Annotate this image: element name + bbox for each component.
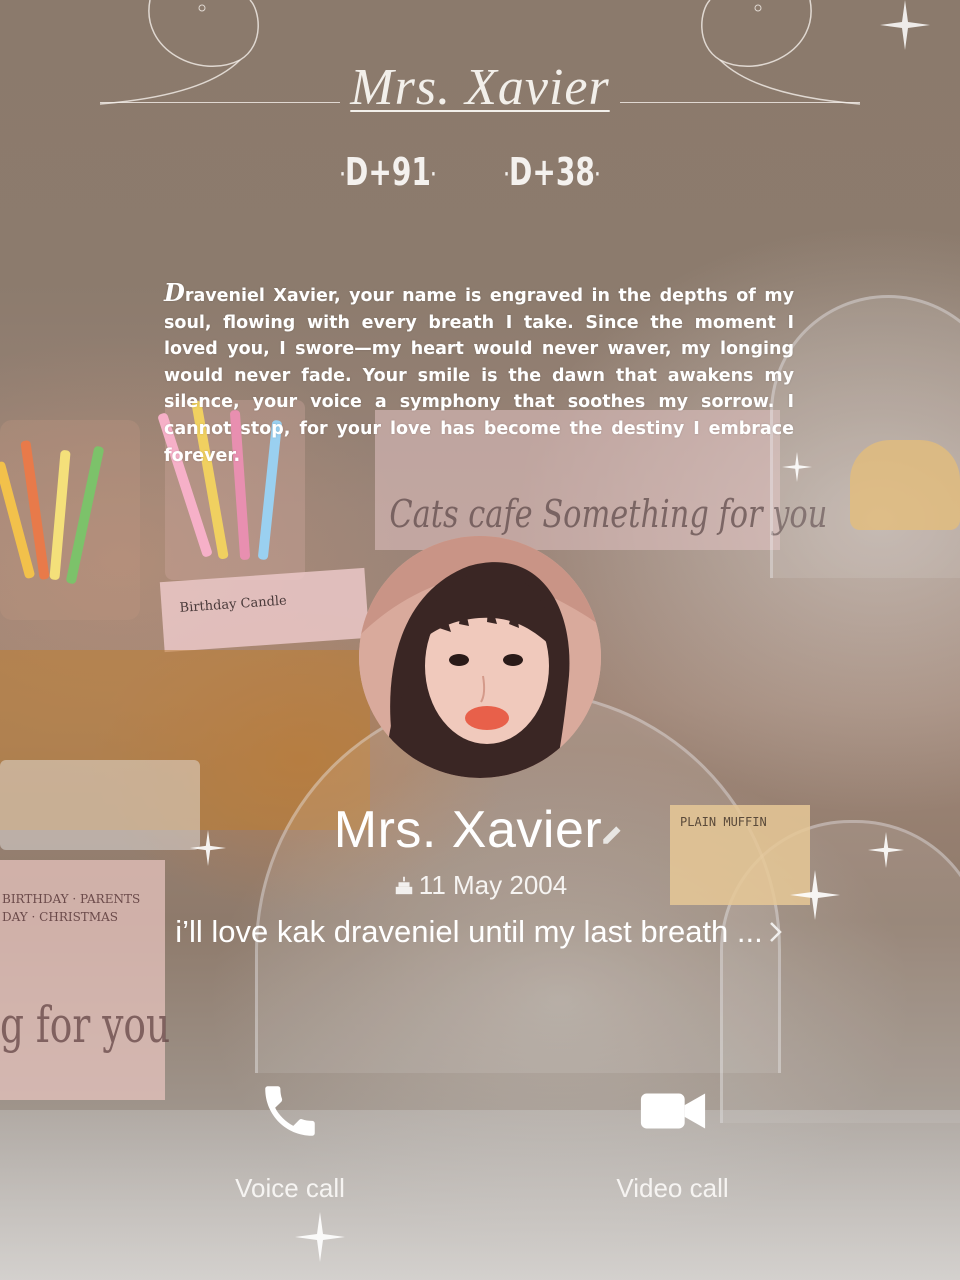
chevron-right-icon[interactable] (767, 919, 785, 945)
sparkle-icon (880, 0, 930, 50)
wallpaper-title: Mrs. Xavier (350, 59, 610, 116)
voice-call-button[interactable]: Voice call (220, 1078, 360, 1204)
status-message-row[interactable]: i’ll love kak draveniel until my last br… (0, 914, 960, 950)
day-counter-1: ·D+91· (340, 150, 436, 194)
cake-slice (850, 440, 960, 530)
candle-jar (0, 420, 140, 620)
video-camera-icon (640, 1093, 705, 1129)
pencil-icon[interactable] (600, 821, 626, 847)
glass-dome-right (770, 295, 960, 578)
contact-avatar[interactable] (359, 536, 601, 778)
video-call-label: Video call (616, 1173, 729, 1203)
birthday-candle-card: Birthday Candle (159, 567, 370, 653)
birthday-row: 11 May 2004 (0, 870, 960, 901)
contact-name[interactable]: Mrs. Xavier (334, 801, 602, 859)
birthday-text: 11 May 2004 (418, 870, 568, 900)
status-message[interactable]: i’ll love kak draveniel until my last br… (175, 914, 763, 949)
love-quote: Draveniel Xavier, your name is engraved … (164, 278, 794, 466)
cake-icon (395, 876, 413, 895)
sparkle-icon (295, 1212, 345, 1262)
voice-call-label: Voice call (235, 1173, 345, 1203)
phone-icon (265, 1086, 315, 1136)
contact-name-row[interactable]: Mrs. Xavier (0, 800, 960, 860)
sparkle-icon (782, 452, 812, 482)
glass-shelf (0, 1110, 960, 1280)
video-call-button[interactable]: Video call (600, 1078, 745, 1204)
avatar-portrait (359, 536, 601, 778)
day-counter-2: ·D+38· (504, 150, 600, 194)
